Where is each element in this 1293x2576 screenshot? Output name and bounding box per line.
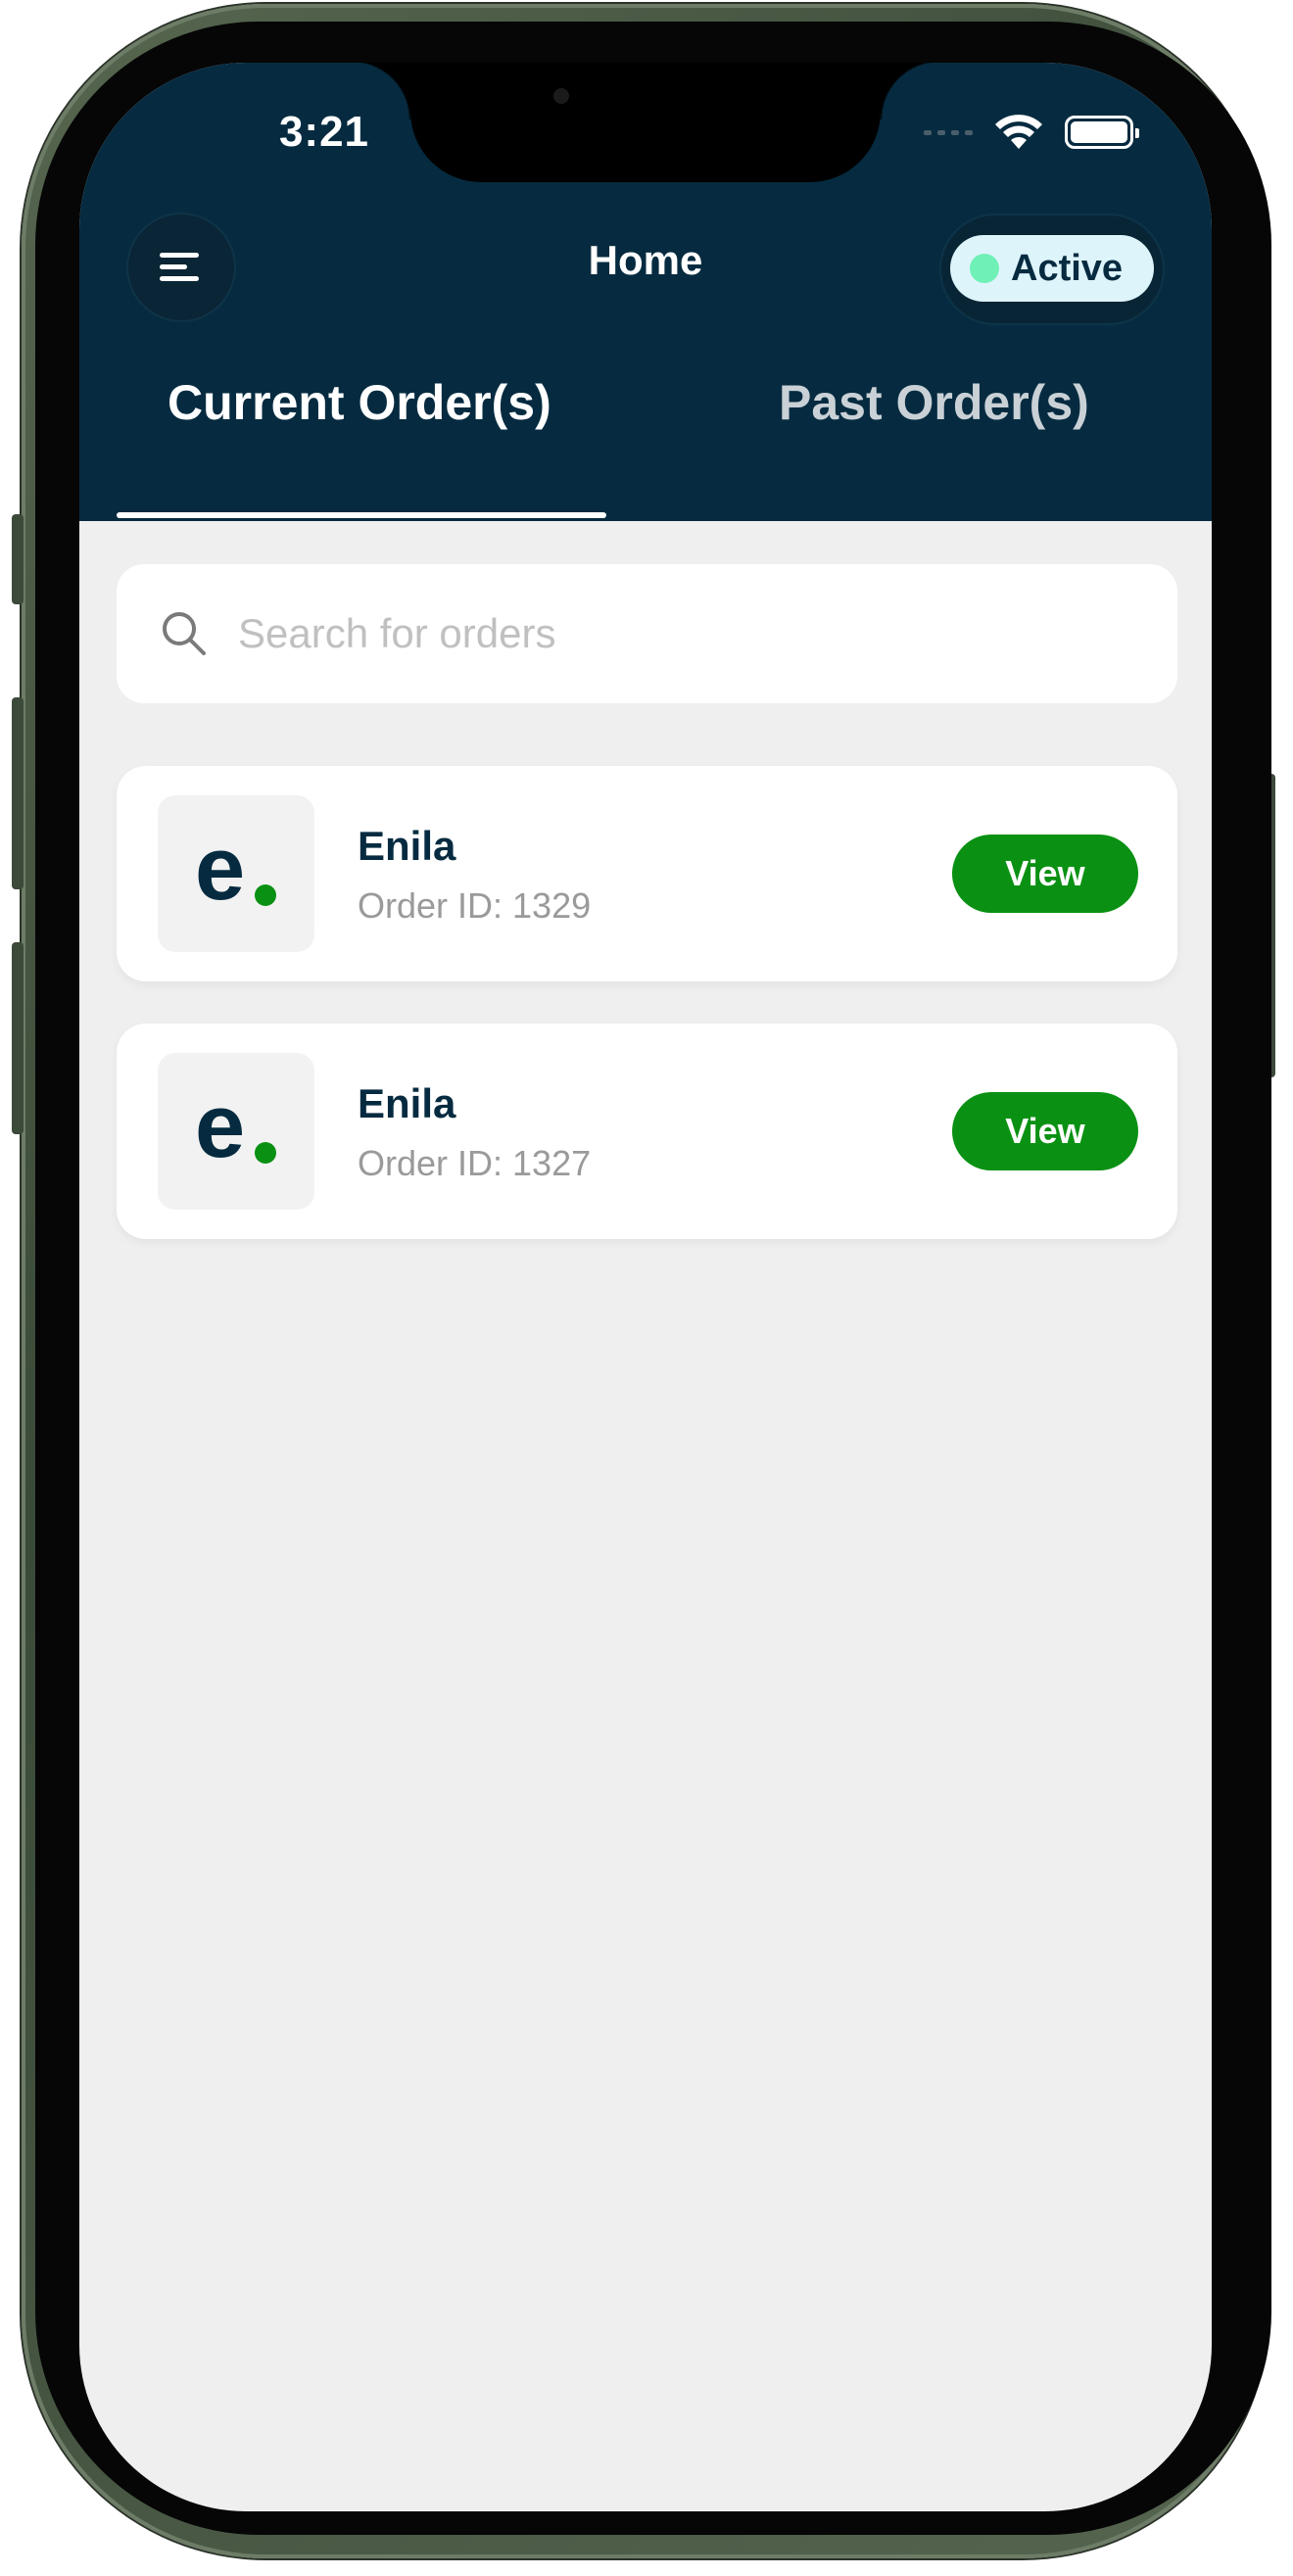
side-button-volume-down bbox=[12, 942, 24, 1134]
order-card[interactable]: e Enila Order ID: 1327 View bbox=[117, 1024, 1177, 1239]
order-card[interactable]: e Enila Order ID: 1329 View bbox=[117, 766, 1177, 981]
camera-dot bbox=[553, 88, 569, 104]
app-header: 3:21 Home Active Current Order(s) Past O… bbox=[79, 63, 1212, 521]
availability-toggle[interactable]: Active bbox=[941, 215, 1163, 323]
status-time: 3:21 bbox=[278, 108, 370, 156]
view-order-button[interactable]: View bbox=[952, 1092, 1138, 1170]
cellular-signal-icon bbox=[924, 129, 973, 135]
status-dot-icon bbox=[970, 254, 999, 283]
status-indicators bbox=[924, 114, 1139, 151]
tab-current-orders[interactable]: Current Order(s) bbox=[168, 374, 551, 431]
page-title: Home bbox=[588, 237, 703, 283]
order-merchant-name: Enila bbox=[358, 823, 456, 869]
enila-logo-icon: e bbox=[195, 1082, 276, 1176]
menu-icon bbox=[160, 253, 199, 281]
side-button-volume-up bbox=[12, 697, 24, 889]
wifi-icon bbox=[995, 115, 1042, 149]
menu-button[interactable] bbox=[128, 215, 234, 320]
order-id: Order ID: 1327 bbox=[358, 1143, 592, 1183]
battery-icon bbox=[1065, 116, 1139, 149]
active-status-pill[interactable]: Active bbox=[950, 235, 1154, 302]
search-bar[interactable] bbox=[117, 564, 1177, 703]
merchant-logo: e bbox=[158, 1053, 314, 1210]
view-order-button[interactable]: View bbox=[952, 835, 1138, 913]
active-status-label: Active bbox=[1011, 247, 1124, 289]
search-icon bbox=[163, 612, 206, 655]
side-button-mute bbox=[12, 514, 24, 604]
order-merchant-name: Enila bbox=[358, 1080, 456, 1126]
tab-past-orders[interactable]: Past Order(s) bbox=[779, 374, 1089, 431]
active-tab-indicator bbox=[117, 512, 606, 518]
svg-text:e: e bbox=[195, 1082, 245, 1176]
app-screen: 3:21 Home Active Current Order(s) Past O… bbox=[79, 63, 1212, 2511]
search-input[interactable] bbox=[236, 609, 1082, 658]
order-id: Order ID: 1329 bbox=[358, 885, 592, 926]
svg-text:e: e bbox=[195, 825, 245, 919]
device-notch bbox=[352, 63, 939, 182]
merchant-logo: e bbox=[158, 795, 314, 952]
enila-logo-icon: e bbox=[195, 825, 276, 919]
